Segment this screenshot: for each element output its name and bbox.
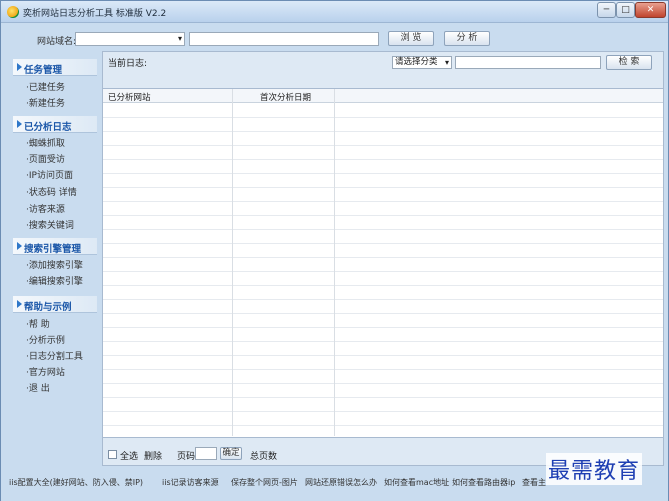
browse-button[interactable]: 浏 览 — [388, 31, 434, 46]
sidebar-section-task-management[interactable]: 任务管理 — [13, 59, 97, 76]
sidebar-item-status-code[interactable]: ·状态码 详情 — [26, 185, 77, 198]
site-domain-label: 网站域名: — [37, 37, 77, 47]
column-header-first-date[interactable]: 首次分析日期 — [260, 91, 311, 103]
log-path-input[interactable] — [189, 32, 379, 46]
sidebar-item-existing-tasks[interactable]: ·已建任务 — [26, 80, 65, 93]
sidebar: 任务管理 ·已建任务 ·新建任务 已分析日志 ·蜘蛛抓取 ·页面受访 ·IP访问… — [13, 56, 99, 466]
sidebar-section-title: 帮助与示例 — [24, 302, 72, 313]
top-toolbar: 网站域名: ▾ — [1, 24, 668, 52]
sidebar-item-visitor-source[interactable]: ·访客来源 — [26, 202, 65, 215]
search-button[interactable]: 检 索 — [606, 55, 652, 70]
category-select-value: 请选择分类 — [395, 57, 438, 67]
footer-link[interactable]: iis记录访客来源 — [162, 477, 219, 488]
page-number-label: 页码 — [177, 452, 196, 462]
chevron-down-icon: ▾ — [177, 34, 182, 43]
column-header-site[interactable]: 已分析网站 — [108, 91, 151, 103]
sidebar-section-title: 搜索引擎管理 — [24, 244, 82, 255]
app-logo-icon — [7, 6, 19, 18]
column-divider — [334, 89, 335, 436]
footer-link[interactable]: 如何查看路由器ip — [452, 477, 515, 488]
sidebar-item-official-site[interactable]: ·官方网站 — [26, 365, 65, 378]
page-go-button[interactable]: 确定 — [220, 447, 242, 460]
site-domain-select[interactable]: ▾ — [75, 32, 185, 46]
sidebar-item-help[interactable]: ·帮 助 — [26, 317, 50, 330]
sidebar-section-title: 任务管理 — [24, 65, 63, 76]
log-filter-bar: 当前日志: 请选择分类 ▾ 检 索 — [103, 52, 663, 89]
triangle-right-icon — [17, 120, 22, 128]
select-all-label[interactable]: 全选 — [120, 449, 138, 462]
chevron-down-icon: ▾ — [444, 58, 449, 67]
app-window: 奕析网站日志分析工具 标准版 V2.2 ─ □ ✕ 网站域名: ▾ 浏 览 分 … — [0, 0, 669, 501]
page-number-input[interactable] — [195, 447, 217, 460]
sidebar-item-new-task[interactable]: ·新建任务 — [26, 96, 65, 109]
watermark: 最需教育 — [546, 453, 643, 485]
sidebar-section-title: 已分析日志 — [24, 122, 72, 133]
footer-link[interactable]: 如何查看mac地址 — [384, 477, 449, 488]
category-select[interactable]: 请选择分类 ▾ — [392, 56, 452, 69]
footer-link[interactable]: 查看主 — [522, 477, 546, 488]
sidebar-item-exit[interactable]: ·退 出 — [26, 381, 50, 394]
current-log-label: 当前日志: — [108, 59, 148, 69]
minimize-button[interactable]: ─ — [597, 2, 616, 18]
analyze-button[interactable]: 分 析 — [444, 31, 490, 46]
sidebar-item-spider-crawl[interactable]: ·蜘蛛抓取 — [26, 136, 65, 149]
sidebar-item-add-engine[interactable]: ·添加搜索引擎 — [26, 258, 83, 271]
column-divider — [232, 89, 233, 436]
close-button[interactable]: ✕ — [635, 2, 666, 18]
search-input[interactable] — [455, 56, 601, 69]
delete-link[interactable]: 删除 — [144, 449, 162, 462]
footer-link[interactable]: 保存整个网页-图片 — [231, 477, 298, 488]
sidebar-item-examples[interactable]: ·分析示例 — [26, 333, 65, 346]
triangle-right-icon — [17, 63, 22, 71]
sidebar-section-help[interactable]: 帮助与示例 — [13, 296, 97, 313]
sidebar-item-ip-pages[interactable]: ·IP访问页面 — [26, 168, 73, 181]
sidebar-item-edit-engine[interactable]: ·编辑搜索引擎 — [26, 274, 83, 287]
triangle-right-icon — [17, 300, 22, 308]
main-panel: 当前日志: 请选择分类 ▾ 检 索 已分析网站 首次分析日期 全选 删除 页码 … — [102, 51, 664, 466]
sidebar-item-search-keywords[interactable]: ·搜索关键词 — [26, 218, 74, 231]
footer-link[interactable]: 网站还原错误怎么办 — [305, 477, 377, 488]
total-pages-label: 总页数 — [250, 452, 278, 462]
sidebar-section-search-engine[interactable]: 搜索引擎管理 — [13, 238, 97, 255]
triangle-right-icon — [17, 242, 22, 250]
sidebar-item-log-split-tool[interactable]: ·日志分割工具 — [26, 349, 83, 362]
title-bar[interactable]: 奕析网站日志分析工具 标准版 V2.2 ─ □ ✕ — [1, 1, 668, 23]
window-title: 奕析网站日志分析工具 标准版 V2.2 — [23, 9, 167, 19]
sidebar-section-analyzed-logs[interactable]: 已分析日志 — [13, 116, 97, 133]
table-header: 已分析网站 首次分析日期 — [103, 89, 663, 103]
footer-link[interactable]: iis配置大全(建好网站、防入侵、禁IP) — [9, 477, 143, 488]
sidebar-item-page-visits[interactable]: ·页面受访 — [26, 152, 65, 165]
maximize-button[interactable]: □ — [616, 2, 635, 18]
select-all-checkbox[interactable] — [108, 450, 117, 459]
table-body[interactable] — [103, 104, 663, 436]
